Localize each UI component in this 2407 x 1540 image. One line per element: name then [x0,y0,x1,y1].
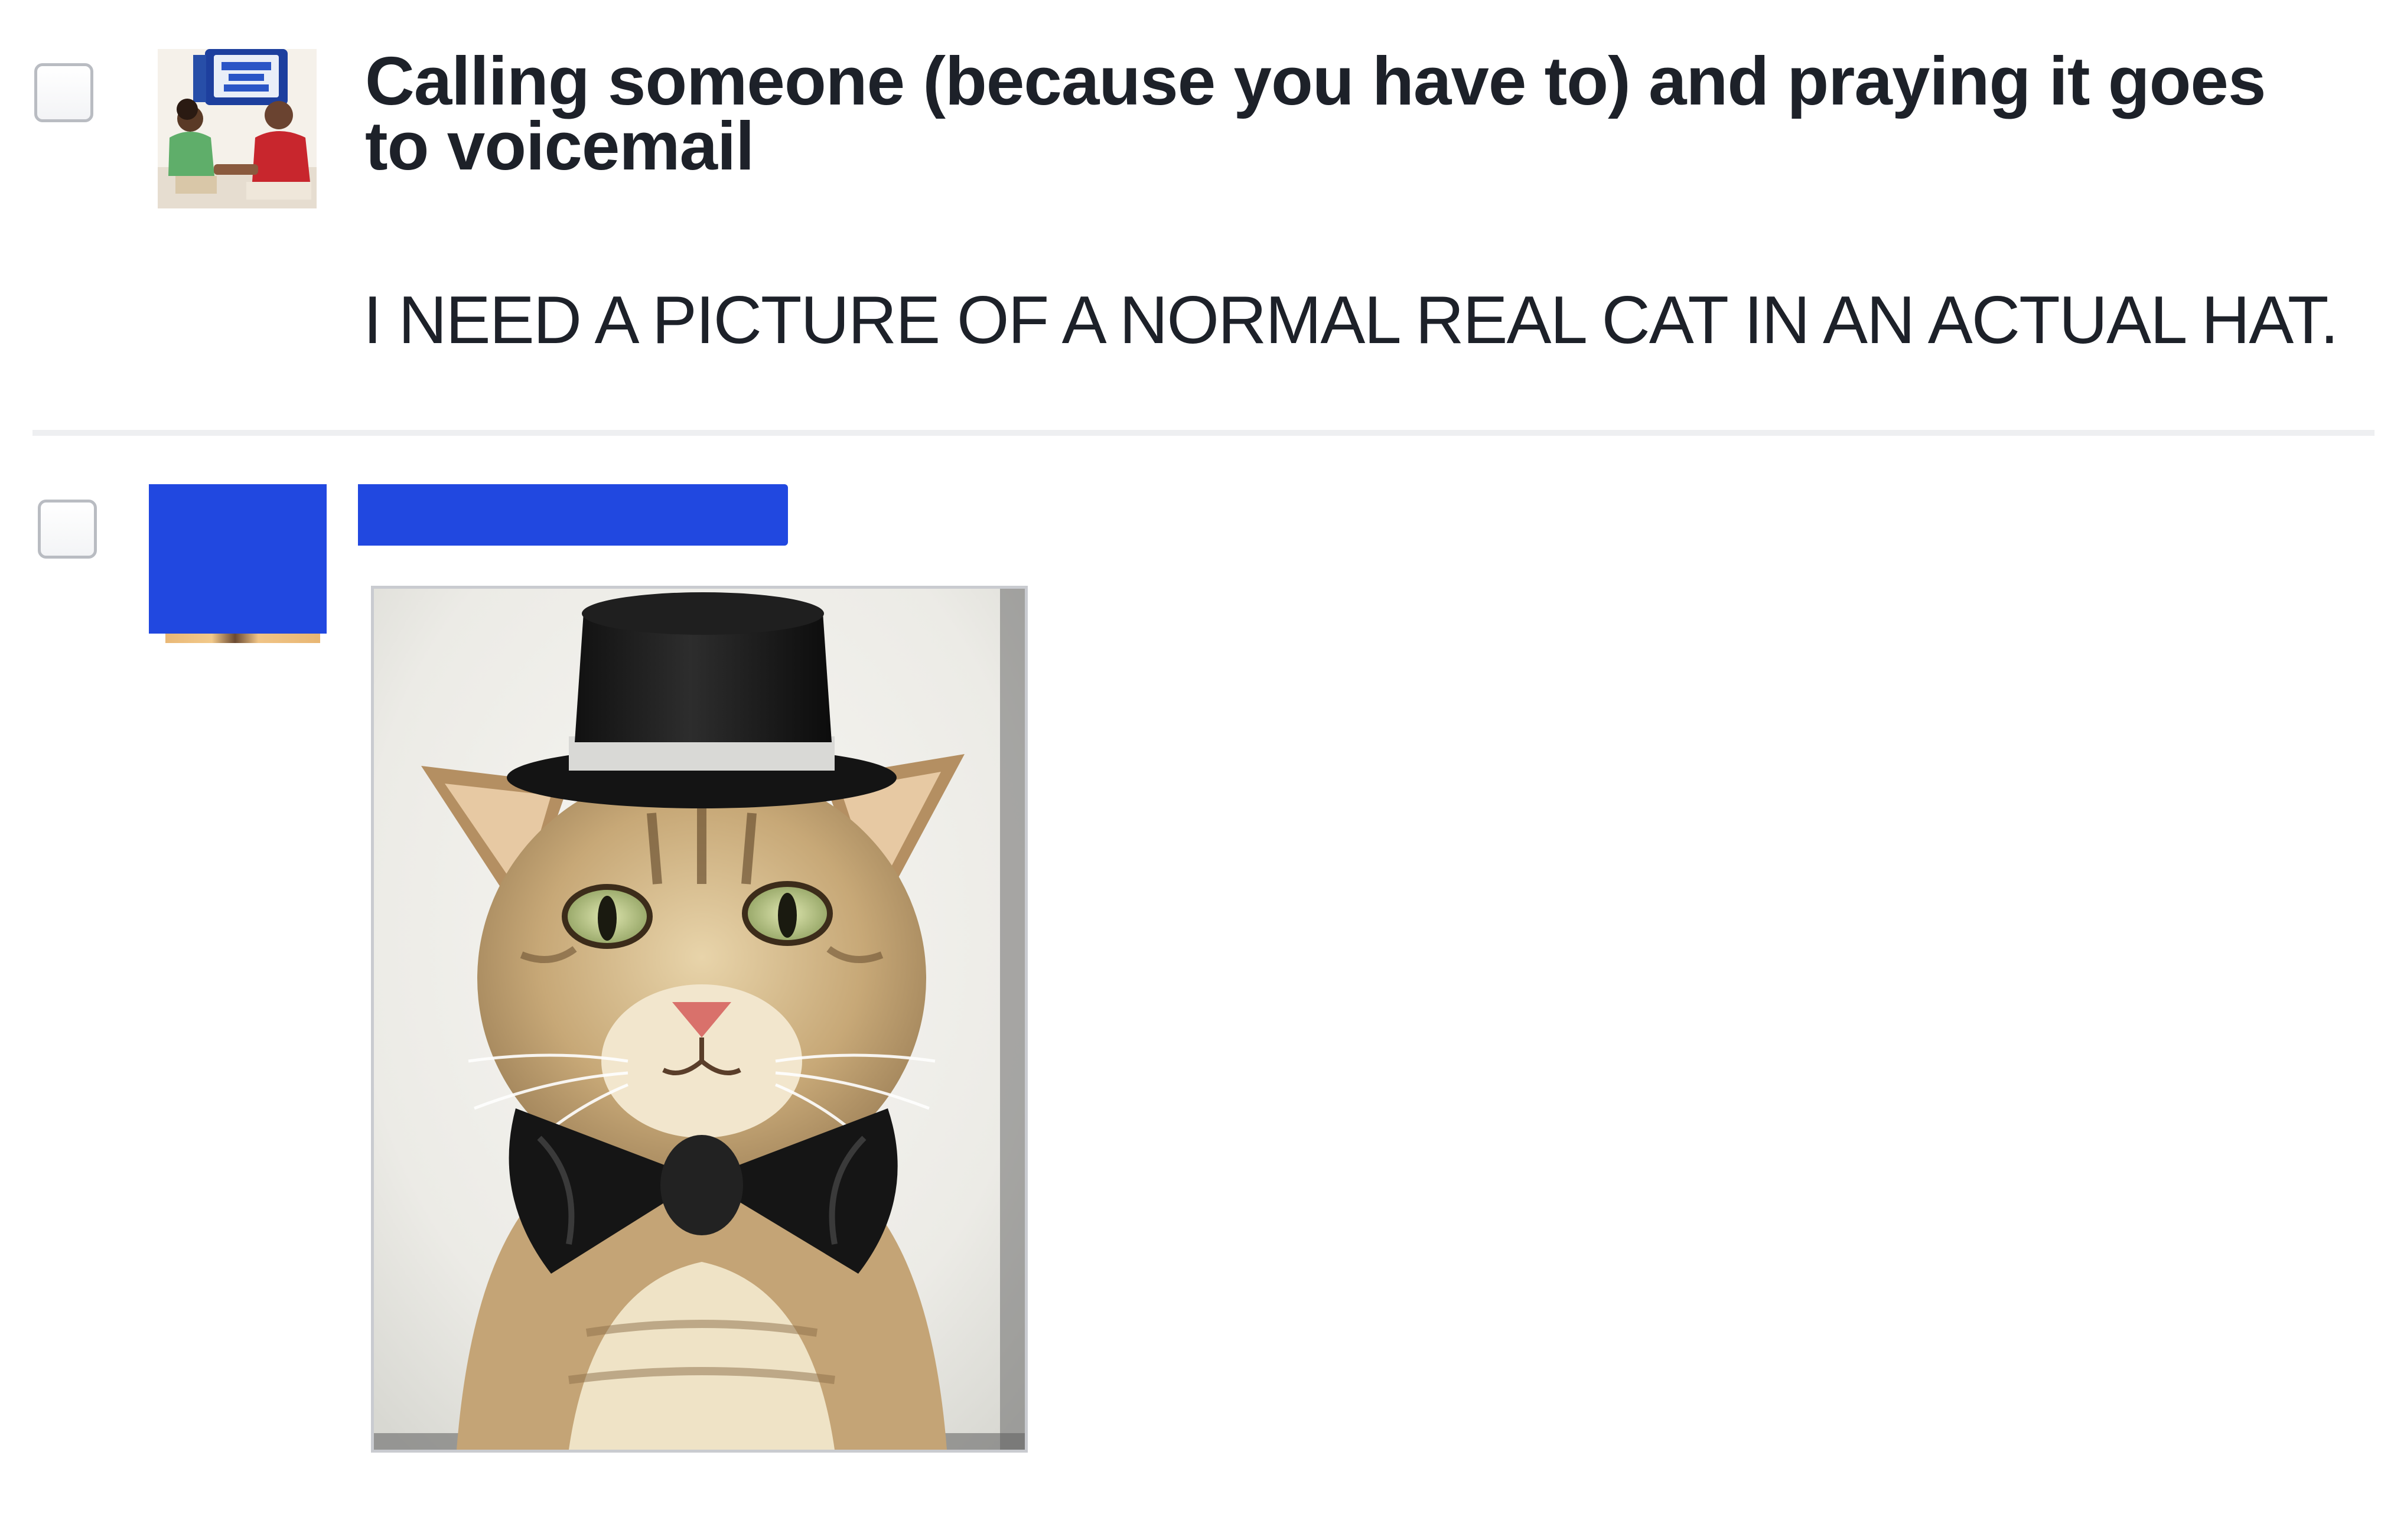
message-title: Calling someone (because you have to) an… [365,43,2266,184]
message-item-2 [0,437,2407,1540]
select-checkbox[interactable] [34,63,93,122]
cat-in-top-hat-image [374,589,1025,1450]
avatar-edge [165,634,320,643]
message-item-1: Calling someone (because you have to) an… [0,0,2407,437]
redacted-sender-name [358,484,788,546]
attached-cat-photo[interactable] [371,586,1028,1453]
avatar[interactable] [158,49,317,208]
voicemail-stock-photo-icon [158,49,317,208]
message-body: I NEED A PICTURE OF A NORMAL REAL CAT IN… [363,283,2339,358]
redacted-avatar [149,484,327,634]
divider [32,430,2375,436]
select-checkbox[interactable] [38,500,97,559]
